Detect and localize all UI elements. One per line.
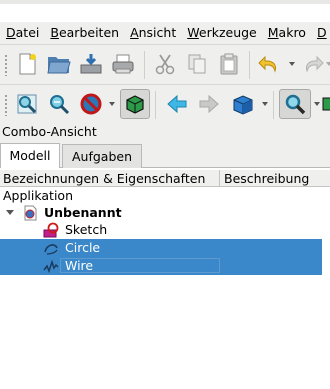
toolbar-grip[interactable] xyxy=(4,94,8,116)
toolbar-separator xyxy=(155,91,156,119)
column-header-labels[interactable]: Bezeichnungen & Eigenschaften xyxy=(0,170,220,187)
next-tool-icon[interactable] xyxy=(322,89,330,119)
tree-item-wire[interactable]: Wire xyxy=(0,257,322,275)
fit-selection-icon[interactable] xyxy=(44,89,74,119)
undo-dropdown-icon[interactable] xyxy=(287,59,297,69)
toolbar-separator xyxy=(144,51,145,79)
tree-item-sketch[interactable]: Sketch xyxy=(0,221,322,239)
tree-header: Bezeichnungen & Eigenschaften Beschreibu… xyxy=(0,170,330,187)
open-folder-icon[interactable] xyxy=(44,49,74,79)
sketch-icon xyxy=(43,222,59,238)
menu-datei[interactable]: Datei xyxy=(0,22,44,44)
tab-modell[interactable]: Modell xyxy=(0,143,60,168)
document-icon xyxy=(24,205,37,221)
fit-all-icon[interactable] xyxy=(12,89,42,119)
view-cube-dropdown-icon[interactable] xyxy=(260,99,270,109)
cut-icon[interactable] xyxy=(150,49,180,79)
view-toolbar xyxy=(0,84,330,124)
print-icon[interactable] xyxy=(108,49,138,79)
zoom-dropdown-icon[interactable] xyxy=(312,99,322,109)
tree-item-circle[interactable]: Circle xyxy=(0,239,322,257)
tab-aufgaben[interactable]: Aufgaben xyxy=(62,144,142,168)
file-edit-toolbar xyxy=(0,44,330,84)
tree-document-row[interactable]: Unbenannt xyxy=(0,204,322,222)
bounding-box-icon[interactable] xyxy=(120,89,150,119)
combo-tabs: Modell Aufgaben xyxy=(0,142,330,168)
menu-makro[interactable]: Makro xyxy=(262,22,311,44)
forward-icon[interactable] xyxy=(194,89,224,119)
toolbar-separator xyxy=(249,51,250,79)
menu-werkzeuge[interactable]: Werkzeuge xyxy=(181,22,262,44)
back-icon[interactable] xyxy=(162,89,192,119)
draw-style-dropdown-icon[interactable] xyxy=(107,99,117,109)
wire-icon xyxy=(43,259,59,274)
copy-icon[interactable] xyxy=(182,49,212,79)
view-cube-icon[interactable] xyxy=(228,89,258,119)
menu-ansicht[interactable]: Ansicht xyxy=(124,22,181,44)
circle-curve-icon xyxy=(44,244,58,255)
menu-bearbeiten[interactable]: Bearbeiten xyxy=(44,22,124,44)
menu-bar: Datei Bearbeiten Ansicht Werkzeuge Makro… xyxy=(0,22,330,44)
new-document-icon[interactable] xyxy=(12,49,42,79)
toolbar-grip[interactable] xyxy=(4,54,8,76)
expander-icon[interactable] xyxy=(6,210,14,215)
menu-cut-off[interactable]: D xyxy=(311,22,330,44)
zoom-icon[interactable] xyxy=(279,89,311,119)
toolbar-separator xyxy=(273,91,274,119)
undo-icon[interactable] xyxy=(254,49,284,79)
combo-view-title: Combo-Ansicht xyxy=(0,121,330,143)
tree-section-applikation: Applikation xyxy=(3,188,73,203)
paste-icon[interactable] xyxy=(214,49,244,79)
column-header-description[interactable]: Beschreibung xyxy=(221,170,309,187)
redo-dropdown-icon[interactable] xyxy=(324,59,330,69)
window-top-frame xyxy=(0,0,330,4)
save-icon[interactable] xyxy=(76,49,106,79)
draw-style-icon[interactable] xyxy=(76,89,106,119)
